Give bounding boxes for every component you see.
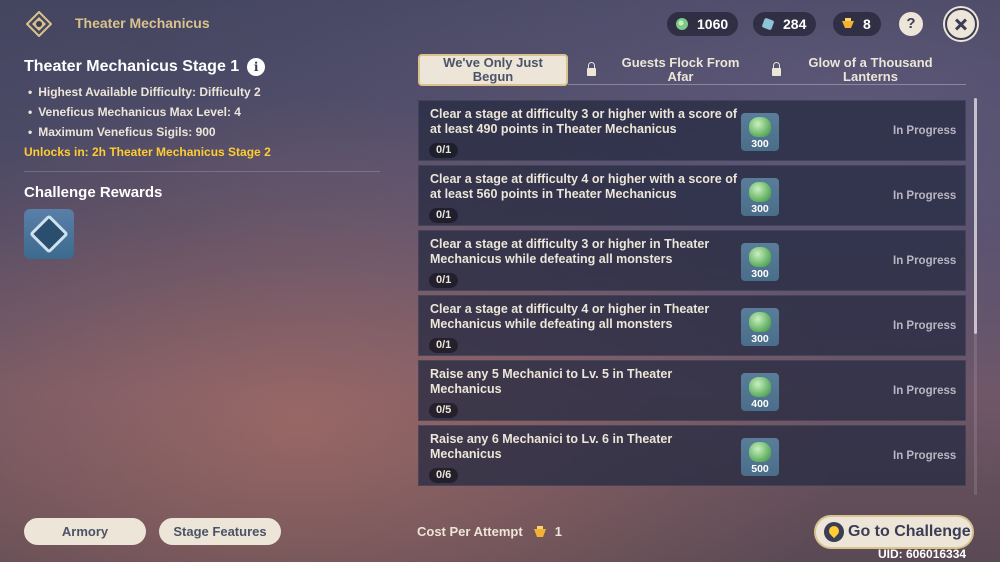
challenge-description: Clear a stage at difficulty 4 or higher … [430, 302, 710, 331]
sigil-counter[interactable]: 8 [833, 12, 881, 36]
rewards-title: Challenge Rewards [24, 184, 163, 201]
primogem-counter[interactable]: 1060 [667, 12, 739, 36]
challenge-progress: 0/1 [429, 208, 459, 223]
reward-amount: 300 [751, 268, 769, 280]
primogem-count: 1060 [697, 16, 729, 32]
scrollbar-thumb[interactable] [974, 98, 977, 334]
tab-label: Glow of a Thousand Lanterns [808, 55, 933, 84]
lock-icon [586, 62, 596, 76]
tab-glow-of-a-thousand-lanterns[interactable]: Glow of a Thousand Lanterns [756, 54, 956, 86]
reward-amount: 300 [751, 203, 769, 215]
stage-title: Theater Mechanicus Stage 1 [24, 58, 240, 75]
primogem-icon [676, 18, 688, 30]
challenge-description: Clear a stage at difficulty 4 or higher … [430, 172, 738, 201]
location-pin-icon [824, 522, 844, 542]
tab-guests-flock-from-afar[interactable]: Guests Flock From Afar [576, 54, 756, 86]
reward-slot[interactable]: 400 [741, 373, 779, 411]
stage-info-panel: Theater Mechanicus Stage 1 i Highest Ava… [24, 58, 384, 259]
challenge-row: Raise any 6 Mechanici to Lv. 6 in Theate… [418, 425, 966, 486]
tab-weve-only-just-begun[interactable]: We've Only Just Begun [418, 54, 568, 86]
stage-details: Highest Available Difficulty: Difficulty… [24, 82, 384, 162]
reward-slot[interactable]: 500 [741, 438, 779, 476]
challenge-reward-item[interactable] [24, 209, 74, 259]
sigil-count: 8 [863, 16, 871, 32]
primogem-icon [749, 312, 771, 332]
challenge-progress: 0/5 [429, 403, 459, 418]
fate-counter[interactable]: 284 [753, 12, 817, 36]
stage-features-button[interactable]: Stage Features [159, 518, 281, 545]
tab-label: We've Only Just Begun [443, 55, 543, 84]
reward-amount: 300 [751, 138, 769, 150]
challenge-description: Clear a stage at difficulty 3 or higher … [430, 237, 710, 266]
primogem-icon [749, 182, 771, 202]
challenge-status: In Progress [893, 255, 957, 267]
reward-amount: 500 [751, 463, 769, 475]
reward-slot[interactable]: 300 [741, 113, 779, 151]
reward-slot[interactable]: 300 [741, 308, 779, 346]
challenge-progress: 0/1 [429, 143, 459, 158]
sigil-icon [533, 525, 546, 537]
close-button[interactable] [945, 8, 977, 40]
page-title: Theater Mechanicus [75, 15, 210, 31]
challenge-progress: 0/1 [429, 273, 459, 288]
challenge-row: Raise any 5 Mechanici to Lv. 5 in Theate… [418, 360, 966, 421]
challenge-description: Raise any 5 Mechanici to Lv. 5 in Theate… [430, 367, 673, 396]
sigil-icon [842, 18, 854, 28]
stage-detail-difficulty: Highest Available Difficulty: Difficulty… [24, 82, 384, 102]
challenge-status: In Progress [893, 190, 957, 202]
reward-slot[interactable]: 300 [741, 178, 779, 216]
primogem-icon [749, 377, 771, 397]
unlock-notice: Unlocks in: 2h Theater Mechanicus Stage … [24, 145, 271, 159]
primogem-icon [749, 117, 771, 137]
reward-amount: 300 [751, 333, 769, 345]
cost-value: 1 [554, 524, 562, 539]
stage-detail-max-sigils: Maximum Veneficus Sigils: 900 [24, 122, 384, 142]
go-to-challenge-button[interactable]: Go to Challenge [814, 515, 974, 549]
challenge-progress: 0/6 [429, 468, 459, 483]
reward-amount: 400 [751, 398, 769, 410]
player-uid: UID: 606016334 [878, 547, 967, 561]
challenge-list[interactable]: Clear a stage at difficulty 3 or higher … [418, 98, 966, 495]
tab-label: Guests Flock From Afar [621, 55, 740, 84]
primogem-icon [749, 247, 771, 267]
top-bar: Theater Mechanicus 1060 284 8 ? [0, 0, 1000, 48]
armory-button[interactable]: Armory [24, 518, 146, 545]
lock-icon [771, 62, 781, 76]
challenge-row: Clear a stage at difficulty 4 or higher … [418, 165, 966, 226]
theater-mechanicus-logo-icon [26, 11, 52, 37]
cost-label: Cost Per Attempt [417, 524, 523, 539]
challenge-row: Clear a stage at difficulty 3 or higher … [418, 230, 966, 291]
challenge-row: Clear a stage at difficulty 3 or higher … [418, 100, 966, 161]
primogem-icon [749, 442, 771, 462]
challenge-row: Clear a stage at difficulty 4 or higher … [418, 295, 966, 356]
stage-detail-max-level: Veneficus Mechanicus Max Level: 4 [24, 102, 384, 122]
info-icon[interactable]: i [247, 58, 266, 76]
help-button[interactable]: ? [899, 12, 923, 36]
challenge-status: In Progress [893, 385, 957, 397]
fate-count: 284 [783, 16, 807, 32]
go-to-challenge-label: Go to Challenge [848, 523, 971, 540]
fate-icon [762, 18, 774, 30]
challenge-status: In Progress [893, 125, 957, 137]
challenge-description: Raise any 6 Mechanici to Lv. 6 in Theate… [430, 432, 673, 461]
challenge-status: In Progress [893, 450, 957, 462]
challenge-status: In Progress [893, 320, 957, 332]
challenge-tabs: We've Only Just Begun Guests Flock From … [418, 54, 966, 86]
reward-slot[interactable]: 300 [741, 243, 779, 281]
stage-title-row: Theater Mechanicus Stage 1 i [24, 58, 384, 76]
cube-reward-icon [29, 214, 69, 254]
challenge-description: Clear a stage at difficulty 3 or higher … [430, 107, 738, 136]
challenge-progress: 0/1 [429, 338, 459, 353]
tab-underline [568, 84, 966, 85]
cost-per-attempt: Cost Per Attempt 1 [417, 524, 562, 539]
divider [24, 171, 380, 172]
